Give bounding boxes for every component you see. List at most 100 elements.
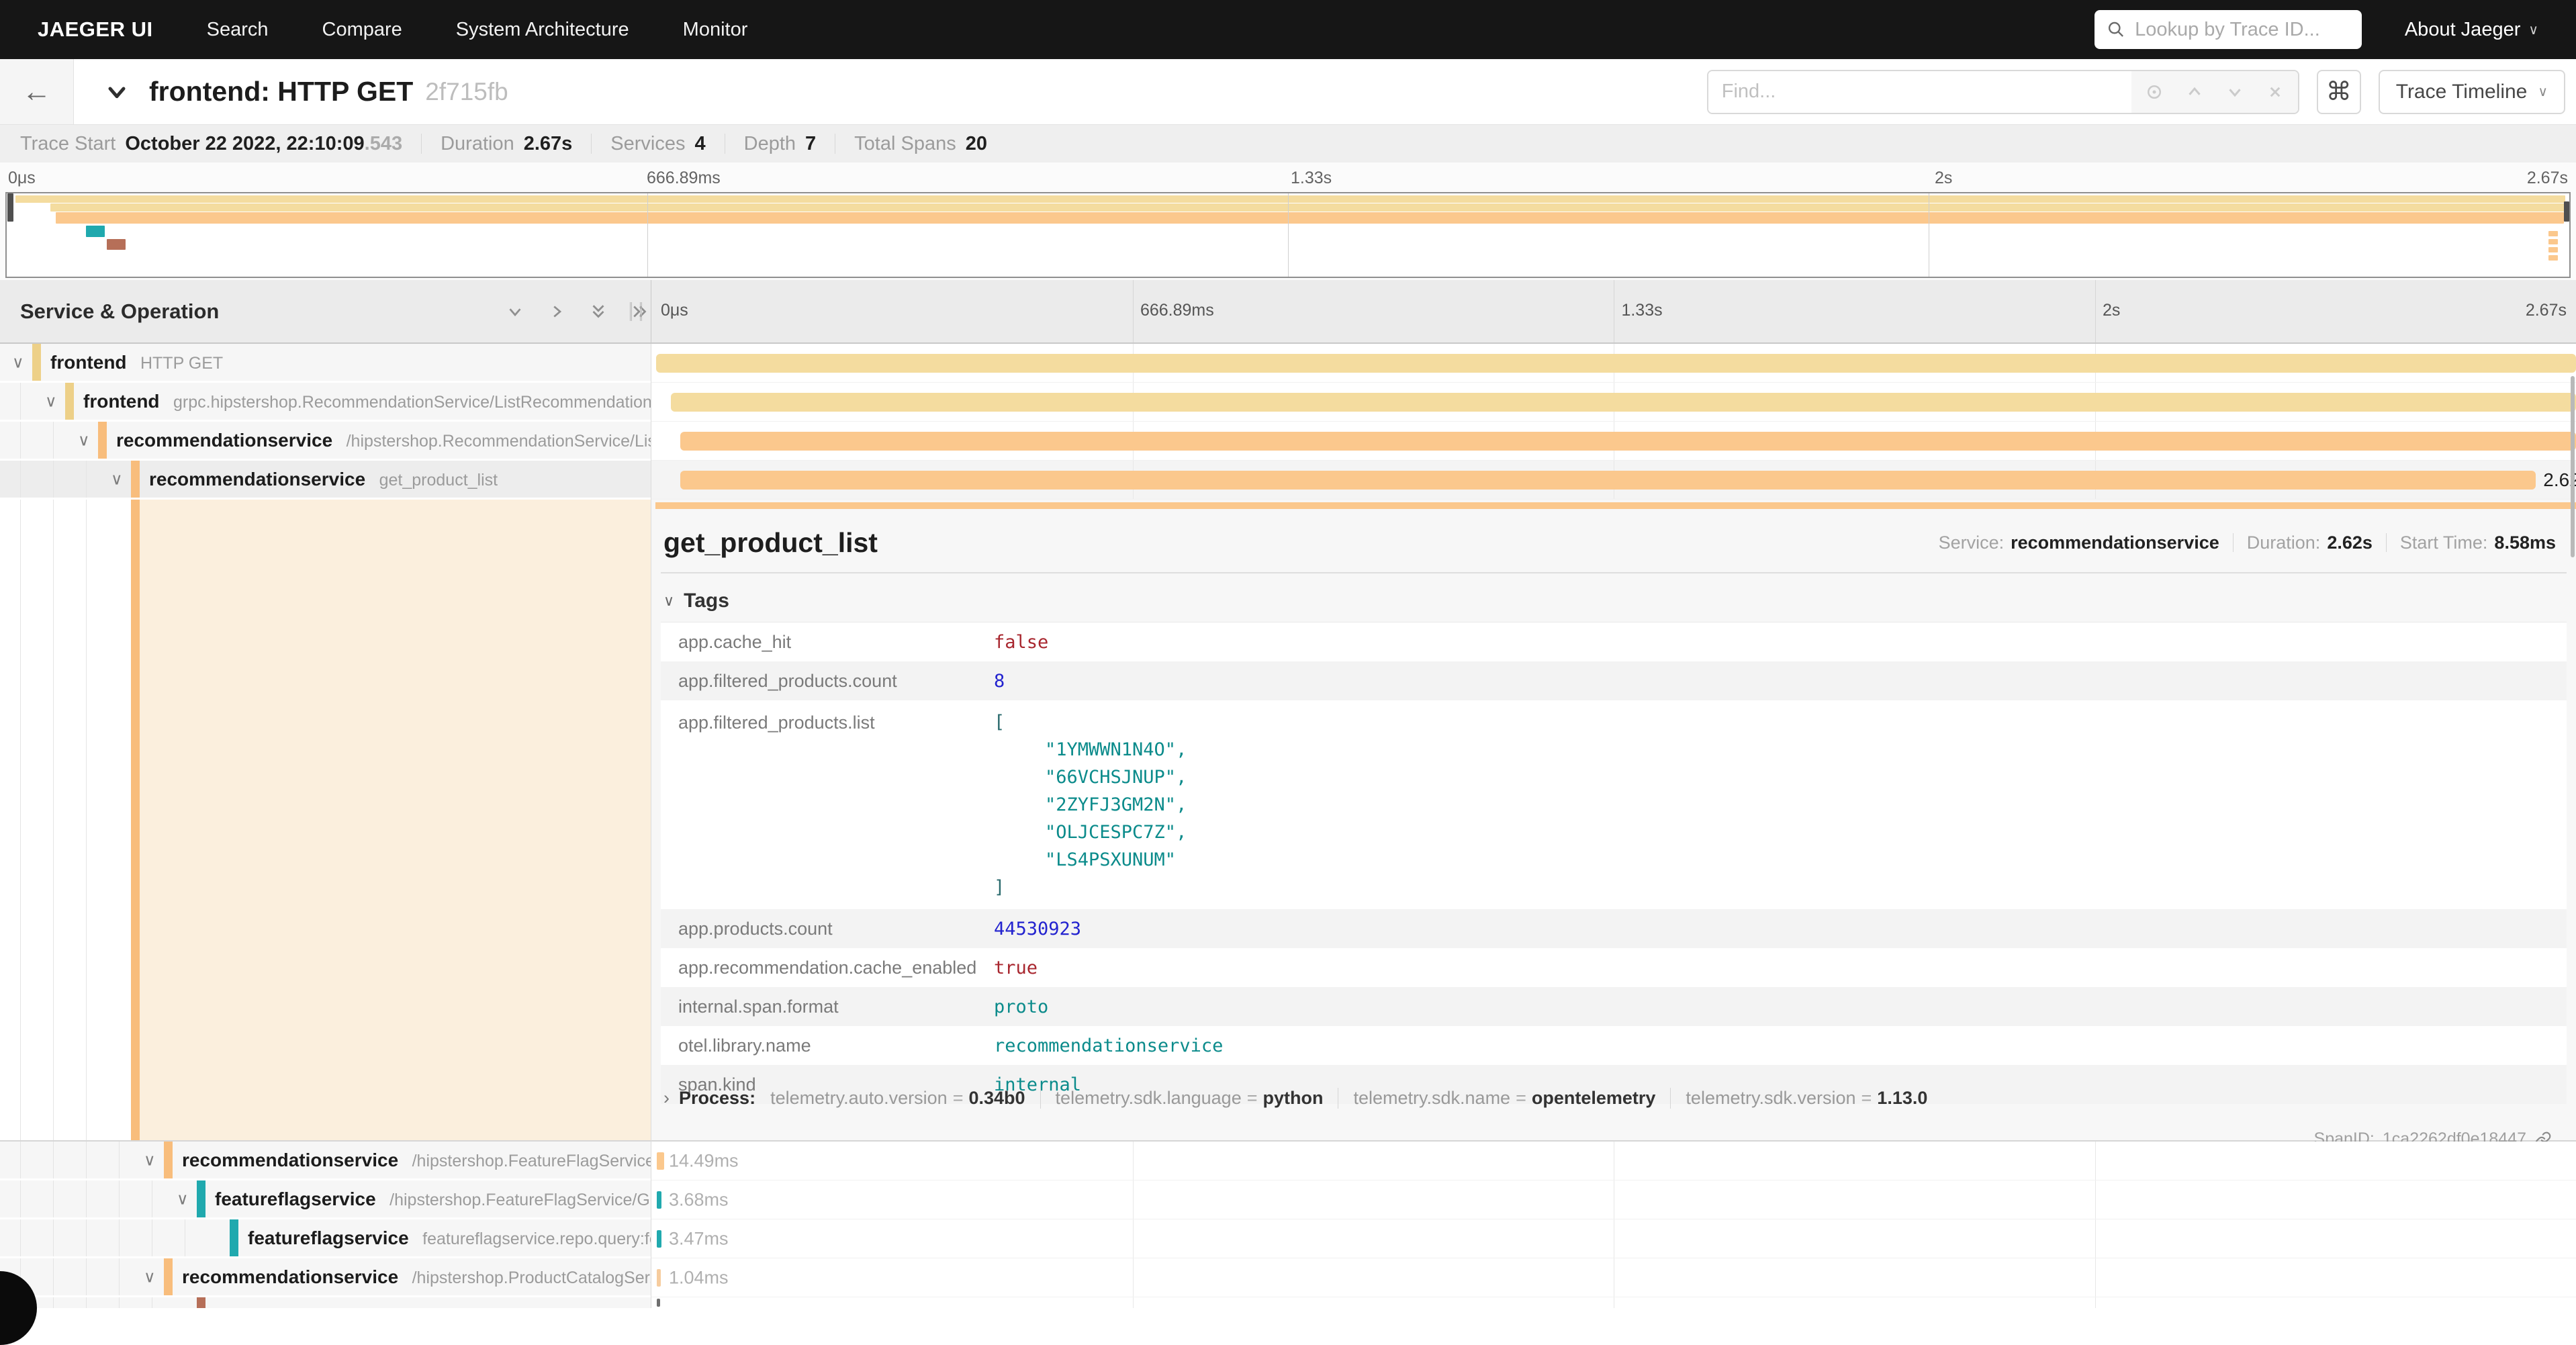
nav-item-compare[interactable]: Compare xyxy=(322,19,402,41)
minimap-time-labels: 0μs 666.89ms 1.33s 2s 2.67s xyxy=(0,163,2576,192)
top-nav: JAEGER UI Search Compare System Architec… xyxy=(0,0,2576,59)
find-group xyxy=(1707,70,2299,114)
service-operation-header: Service & Operation xyxy=(20,299,219,324)
minimap-span-bar xyxy=(2548,255,2558,261)
row-collapse-chevron-icon[interactable]: ∨ xyxy=(12,353,24,372)
span-row-partial[interactable] xyxy=(0,1297,2576,1308)
span-row-get-product-list[interactable]: ∨ recommendationservice get_product_list… xyxy=(0,461,2576,500)
nav-item-monitor[interactable]: Monitor xyxy=(683,19,748,41)
scrollbar-thumb[interactable] xyxy=(2571,376,2575,557)
timeline-column-header: Service & Operation 0μs 666.89ms 1.33s 2… xyxy=(0,280,2576,344)
trace-id-lookup[interactable] xyxy=(2095,10,2362,49)
span-duration-bar[interactable] xyxy=(671,393,2576,412)
span-service-name: recommendationservice xyxy=(116,430,332,451)
span-detail-duration-bar xyxy=(655,502,2576,509)
nav-item-search[interactable]: Search xyxy=(207,19,269,41)
axis-tick-100: 2.67s xyxy=(2526,301,2567,320)
trace-view-label: Trace Timeline xyxy=(2396,81,2528,103)
span-duration-label: 14.49ms xyxy=(669,1150,739,1171)
minimap-viewport-handle-right[interactable] xyxy=(2564,201,2569,222)
app-brand[interactable]: JAEGER UI xyxy=(38,17,153,42)
span-row-recommendationservice-list[interactable]: ∨ recommendationservice /hipstershop.Rec… xyxy=(0,422,2576,461)
detail-duration-value: 2.62s xyxy=(2327,532,2373,553)
span-duration-bar[interactable] xyxy=(657,1269,661,1287)
minimap-canvas[interactable] xyxy=(5,192,2571,278)
nav-item-system-architecture[interactable]: System Architecture xyxy=(456,19,629,41)
row-collapse-chevron-icon[interactable]: ∨ xyxy=(144,1267,156,1287)
collapse-one-chevron-down-icon[interactable] xyxy=(505,302,525,322)
tag-row: app.products.count 44530923 xyxy=(661,909,2567,948)
row-collapse-chevron-icon[interactable]: ∨ xyxy=(45,391,57,411)
meta-trace-start: Trace Start October 22 2022, 22:10:09 .5… xyxy=(20,133,402,155)
minimap-tick-25: 666.89ms xyxy=(647,169,721,188)
span-row-recommendationservice-productcatalog[interactable]: ∨ recommendationservice /hipstershop.Pro… xyxy=(0,1258,2576,1297)
column-resizer-handle[interactable] xyxy=(630,302,642,321)
find-input[interactable] xyxy=(1722,81,2118,103)
service-color-stripe xyxy=(32,344,41,381)
keyboard-shortcuts-button[interactable]: ⌘ xyxy=(2317,70,2361,114)
detail-duration-label: Duration: xyxy=(2247,532,2321,553)
span-operation-name: /hipstershop.FeatureFlagService/Ge... xyxy=(389,1191,651,1209)
span-row-featureflagservice-repo-query[interactable]: featureflagservice featureflagservice.re… xyxy=(0,1219,2576,1258)
span-duration-bar[interactable] xyxy=(657,1230,661,1248)
span-detail-gutter xyxy=(0,500,651,1140)
span-duration-bar[interactable] xyxy=(680,432,2576,451)
span-service-name: frontend xyxy=(83,391,160,412)
process-section-toggle[interactable]: › Process: telemetry.auto.version = 0.34… xyxy=(663,1088,1942,1109)
span-operation-name: get_product_list xyxy=(379,471,498,490)
span-duration-bar[interactable] xyxy=(680,471,2536,490)
span-row-recommendationservice-featureflag[interactable]: ∨ recommendationservice /hipstershop.Fea… xyxy=(0,1142,2576,1180)
next-result-icon[interactable] xyxy=(2225,82,2245,102)
row-collapse-chevron-icon[interactable]: ∨ xyxy=(144,1150,156,1170)
prev-result-icon[interactable] xyxy=(2184,82,2205,102)
span-duration-bar[interactable] xyxy=(657,1152,664,1170)
span-row-frontend-grpc[interactable]: ∨ frontend grpc.hipstershop.Recommendati… xyxy=(0,383,2576,422)
trace-id-input[interactable] xyxy=(2135,19,2350,41)
span-operation-name: featureflagservice.repo.query:fe... xyxy=(422,1230,651,1248)
trace-view-selector[interactable]: Trace Timeline ∨ xyxy=(2379,70,2565,114)
span-rows: ∨ frontend HTTP GET ∨ frontend grpc.hips… xyxy=(0,344,2576,1308)
tag-row: internal.span.format proto xyxy=(661,987,2567,1026)
process-item: telemetry.sdk.name = opentelemetry xyxy=(1338,1088,1670,1109)
service-color-stripe xyxy=(131,461,140,498)
axis-tick-75: 2s xyxy=(2103,301,2120,320)
span-detail-row: get_product_list Service: recommendation… xyxy=(0,500,2576,1142)
span-service-name: recommendationservice xyxy=(182,1266,398,1287)
clear-find-icon[interactable] xyxy=(2265,82,2285,102)
span-duration-label: 3.47ms xyxy=(669,1228,729,1249)
expand-one-chevron-right-icon[interactable] xyxy=(547,302,567,322)
tags-section-toggle[interactable]: ∨ Tags xyxy=(663,590,729,612)
detail-service-value: recommendationservice xyxy=(2011,532,2219,553)
expand-all-double-chevron-down-icon[interactable] xyxy=(588,302,608,322)
about-jaeger-menu[interactable]: About Jaeger ∨ xyxy=(2405,19,2538,41)
axis-tick-50: 1.33s xyxy=(1621,301,1662,320)
span-row-frontend-http-get[interactable]: ∨ frontend HTTP GET xyxy=(0,344,2576,383)
minimap-span-bar xyxy=(50,203,2569,212)
service-color-stripe xyxy=(131,500,140,1140)
tags-section-title: Tags xyxy=(684,590,729,612)
chevron-down-icon: ∨ xyxy=(663,592,674,610)
minimap-viewport-handle-left[interactable] xyxy=(7,193,13,222)
tags-table: app.cache_hit false app.filtered_product… xyxy=(661,622,2567,1104)
back-button[interactable]: ← xyxy=(0,59,74,124)
chevron-down-icon: ∨ xyxy=(2528,21,2538,38)
detail-start-label: Start Time: xyxy=(2400,532,2488,553)
span-duration-bar[interactable] xyxy=(657,1299,660,1307)
span-row-featureflagservice-get[interactable]: ∨ featureflagservice /hipstershop.Featur… xyxy=(0,1180,2576,1219)
focus-result-icon[interactable] xyxy=(2144,82,2164,102)
collapse-trace-chevron-icon[interactable] xyxy=(103,79,130,105)
tag-row: otel.library.name recommendationservice xyxy=(661,1026,2567,1065)
span-duration-label: 1.04ms xyxy=(669,1267,729,1288)
minimap-span-bar xyxy=(86,226,105,237)
span-duration-bar[interactable] xyxy=(657,1191,661,1209)
service-color-stripe xyxy=(65,383,74,420)
minimap-tick-100: 2.67s xyxy=(2527,169,2568,188)
row-collapse-chevron-icon[interactable]: ∨ xyxy=(78,430,90,450)
about-jaeger-label: About Jaeger xyxy=(2405,19,2521,41)
span-duration-bar[interactable] xyxy=(656,354,2576,373)
minimap-tick-75: 2s xyxy=(1935,169,1952,188)
span-service-name: recommendationservice xyxy=(149,469,365,490)
row-collapse-chevron-icon[interactable]: ∨ xyxy=(111,469,123,489)
row-collapse-chevron-icon[interactable]: ∨ xyxy=(177,1189,189,1209)
detail-start-value: 8.58ms xyxy=(2494,532,2556,553)
